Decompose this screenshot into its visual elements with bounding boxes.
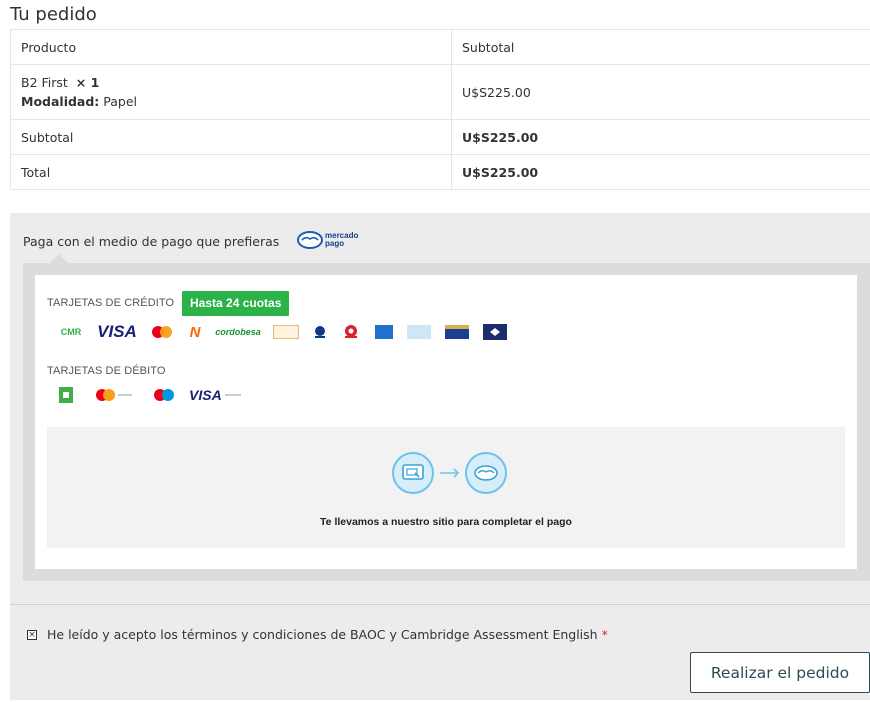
cordobesa-text: cordobesa	[215, 327, 261, 337]
credit-card-logos: CMR VISA N cordobesa	[59, 322, 521, 341]
cmr-text: CMR	[60, 327, 82, 337]
terms-text[interactable]: He leído y acepto los términos y condici…	[47, 627, 598, 642]
cencosud-icon	[407, 325, 431, 339]
tarjeta-shopping-icon	[341, 324, 361, 340]
product-name: B2 First	[21, 75, 68, 90]
amex-icon	[375, 325, 393, 339]
installments-badge: Hasta 24 cuotas	[182, 291, 290, 316]
total-value: U$S225.00	[462, 164, 539, 180]
visa-icon: VISA	[97, 322, 137, 341]
payment-section: Paga con el medio de pago que prefieras …	[10, 213, 870, 700]
payment-method-label[interactable]: Paga con el medio de pago que prefieras	[23, 234, 279, 249]
cordobesa-icon: cordobesa	[215, 324, 261, 340]
redirect-message: Te llevamos a nuestro sitio para complet…	[320, 516, 572, 528]
diners-icon	[313, 324, 327, 340]
total-label: Total	[11, 155, 452, 189]
visa-debito-icon: VISA	[189, 387, 243, 403]
visa-text: VISA	[97, 322, 137, 341]
cabal-debito-icon	[59, 387, 73, 403]
subtotal-label: Subtotal	[11, 120, 452, 154]
mastercard-icon	[151, 324, 173, 340]
cmr-icon: CMR	[59, 324, 83, 340]
redirect-panel: Te llevamos a nuestro sitio para complet…	[47, 427, 845, 548]
page-title: Tu pedido	[10, 4, 97, 25]
arrow-right-icon	[440, 468, 460, 478]
subtotal-value: U$S225.00	[462, 129, 539, 145]
visa-debito-text: VISA	[189, 387, 222, 403]
product-meta-label: Modalidad:	[21, 94, 100, 109]
table-row: B2 First × 1 Modalidad: Papel U$S225.00	[11, 65, 870, 120]
handshake-icon	[465, 452, 507, 494]
place-order-button[interactable]: Realizar el pedido	[690, 652, 870, 693]
mastercard-debito-icon	[95, 387, 135, 403]
order-table: Producto Subtotal B2 First × 1 Modalidad…	[10, 29, 870, 190]
maestro-icon	[153, 387, 175, 403]
product-meta: Modalidad: Papel	[21, 94, 451, 109]
naranja-icon: N	[189, 323, 201, 341]
col-product-header: Producto	[11, 30, 452, 64]
mercado-pago-text: mercado pago	[325, 232, 358, 248]
mercado-pago-icon	[297, 231, 323, 249]
credit-cards-title: TARJETAS DE CRÉDITO	[47, 297, 175, 309]
nativa-icon	[445, 325, 469, 339]
terms-row: × He leído y acepto los términos y condi…	[27, 627, 608, 642]
product-name-line: B2 First × 1	[21, 75, 451, 90]
mercado-pago-line2: pago	[325, 239, 345, 248]
product-meta-value: Papel	[103, 94, 138, 109]
section-divider	[10, 604, 870, 605]
total-row: Total U$S225.00	[11, 155, 870, 189]
payment-option-card: TARJETAS DE CRÉDITO Hasta 24 cuotas CMR …	[35, 275, 857, 569]
argencard-icon	[273, 325, 299, 339]
table-header-row: Producto Subtotal	[11, 30, 870, 65]
cabal-icon	[483, 324, 507, 340]
terms-checkbox[interactable]: ×	[27, 629, 37, 640]
debit-cards-title: TARJETAS DE DÉBITO	[47, 365, 166, 377]
required-mark: *	[601, 627, 608, 642]
mercado-pago-logo: mercado pago	[297, 231, 358, 249]
card-icon	[392, 452, 434, 494]
subtotal-row: Subtotal U$S225.00	[11, 120, 870, 155]
payment-option-frame: TARJETAS DE CRÉDITO Hasta 24 cuotas CMR …	[23, 263, 870, 581]
product-cell: B2 First × 1 Modalidad: Papel	[11, 65, 452, 119]
product-price: U$S225.00	[462, 84, 531, 100]
product-qty: × 1	[75, 75, 100, 90]
debit-card-logos: VISA	[59, 387, 257, 403]
visa-debito-mark	[224, 394, 241, 396]
col-subtotal-header: Subtotal	[462, 39, 515, 55]
